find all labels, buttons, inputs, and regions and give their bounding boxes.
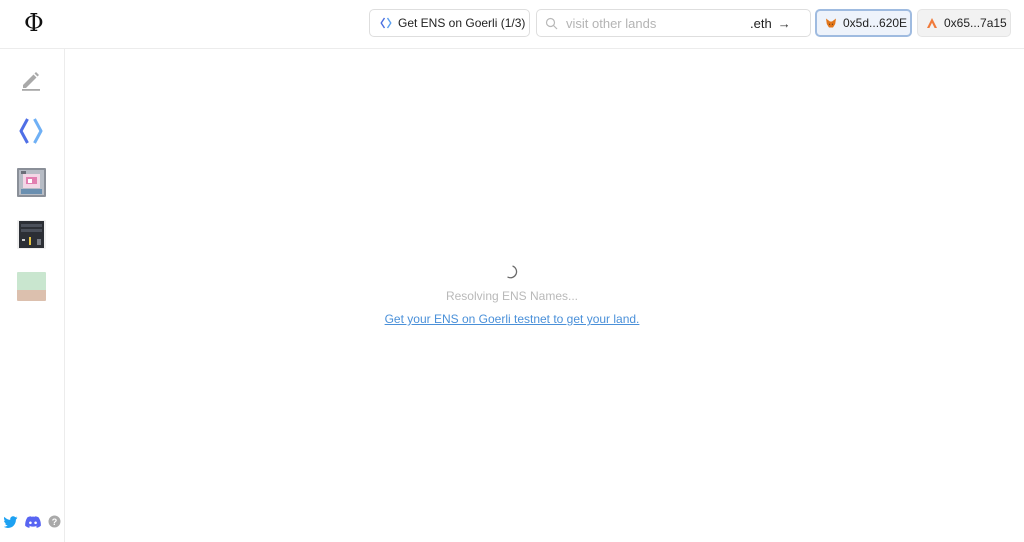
land-thumbnail-2 [16,219,46,249]
sidebar-item-ens[interactable] [16,116,46,146]
wallet-address: 0x5d...620E [843,16,908,30]
sidebar: ? [0,49,65,542]
svg-text:?: ? [52,517,58,527]
wallet-button[interactable]: 0x5d...620E [815,9,912,37]
arbitrum-logo-icon [927,18,937,28]
metamask-fox-icon [826,18,836,28]
sidebar-item-land-1[interactable] [16,167,46,197]
social-links: ? [4,515,61,528]
ens-task-button[interactable]: Get ENS on Goerli (1/3) [369,9,530,37]
discord-icon[interactable] [25,515,41,528]
land-thumbnail-3 [16,271,46,301]
get-ens-cta: Get your ENS on Goerli testnet to get yo… [65,312,959,326]
phi-logo[interactable]: Φ [24,8,44,38]
sidebar-item-land-2[interactable] [16,219,46,249]
search-bar: .eth → [536,9,811,37]
loading-spinner-icon [507,265,518,279]
ens-task-label: Get ENS on Goerli (1/3) [398,16,526,30]
pencil-icon [22,72,40,91]
get-ens-link[interactable]: Get your ENS on Goerli testnet to get yo… [385,312,640,326]
twitter-icon[interactable] [4,515,18,528]
loading-status-text: Resolving ENS Names... [445,289,579,303]
help-icon[interactable]: ? [48,515,61,528]
ens-logo-icon [19,118,43,144]
land-thumbnail-1 [16,167,46,197]
account-button[interactable]: 0x65...7a15 [917,9,1011,37]
sidebar-item-land-3[interactable] [16,271,46,301]
main-content: Resolving ENS Names... Get your ENS on G… [65,49,1024,542]
account-address: 0x65...7a15 [944,16,1007,30]
eth-suffix: .eth [750,15,772,31]
search-icon [545,17,558,29]
go-arrow-icon[interactable]: → [778,16,791,31]
top-bar: Φ Get ENS on Goerli (1/3) .eth → 0x5d...… [0,0,1024,49]
sidebar-item-edit[interactable] [16,65,46,95]
ens-logo-icon [380,17,392,29]
search-input[interactable] [566,15,746,31]
